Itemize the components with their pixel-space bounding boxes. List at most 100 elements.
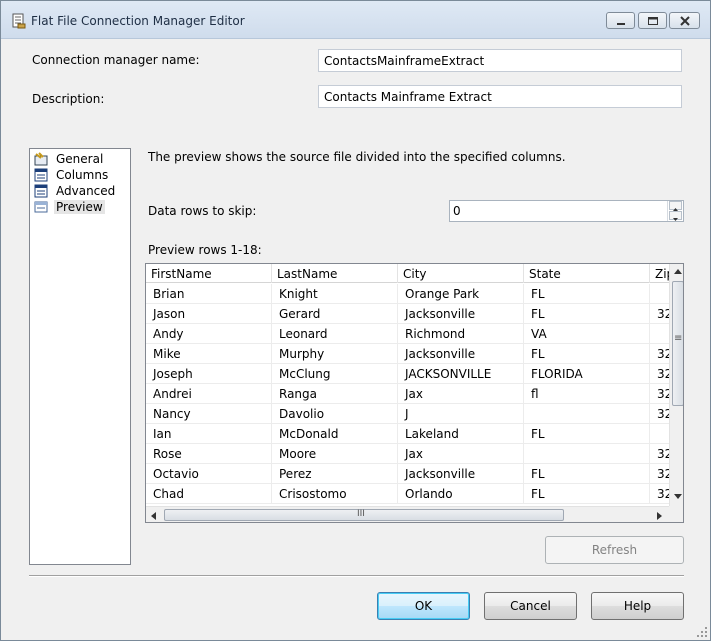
preview-rows-label: Preview rows 1-18: [148,243,262,257]
table-cell: Richmond [398,324,524,344]
window-title: Flat File Connection Manager Editor [31,14,245,28]
table-cell: Andrei [146,384,272,404]
arrow-down-icon [673,218,678,221]
connection-name-input[interactable]: ContactsMainframeExtract [318,49,682,72]
table-cell: VA [524,324,650,344]
nav-item-preview[interactable]: Preview [34,199,105,215]
table-cell: McClung [272,364,398,384]
vertical-scroll-thumb[interactable]: ≡ [672,281,683,406]
nav-item-label: Columns [56,168,109,182]
table-cell: Octavio [146,464,272,484]
table-row[interactable]: RoseMooreJax 32 [146,444,669,464]
table-cell: FL [524,484,650,504]
table-cell: 32 [650,344,669,364]
table-cell [524,404,650,424]
nav-item-label: Preview [54,200,105,214]
minimize-button[interactable] [606,12,635,29]
scroll-left-icon[interactable] [150,511,158,521]
table-row[interactable]: Brian Knight Orange Park FL [146,284,669,304]
column-header[interactable]: City [398,264,524,283]
table-cell: Jax [398,444,524,464]
table-row[interactable]: Ian McDonald Lakeland FL [146,424,669,444]
table-cell: 32 [650,404,669,424]
skip-rows-value: 0 [453,204,461,218]
table-cell: J [398,404,524,424]
help-button[interactable]: Help [591,592,684,620]
table-cell: Gerard [272,304,398,324]
description-label: Description: [32,92,105,106]
dialog-window: Flat File Connection Manager Editor Conn… [0,0,711,641]
nav-item-columns[interactable]: Columns [34,167,110,183]
table-cell: 32 [650,364,669,384]
table-row[interactable]: NancyDavolioJ 32 [146,404,669,424]
table-row[interactable]: AndreiRangaJaxfl32 [146,384,669,404]
table-row[interactable]: Andy Leonard Richmond VA [146,324,669,344]
vertical-scrollbar[interactable]: ≡ [669,264,683,506]
nav-item-advanced[interactable]: Advanced [34,183,117,199]
close-icon [680,16,690,26]
table-cell: JACKSONVILLE [398,364,524,384]
description-input[interactable]: Contacts Mainframe Extract [318,85,682,108]
table-cell: Jacksonville [398,304,524,324]
footer-separator [29,575,684,577]
table-cell: Moore [272,444,398,464]
scroll-down-icon[interactable] [673,492,683,500]
table-cell: Jacksonville [398,464,524,484]
table-cell: Jax [398,384,524,404]
table-row[interactable]: OctavioPerezJacksonvilleFL32 [146,464,669,484]
table-cell [650,324,669,344]
minimize-icon [617,23,625,25]
scroll-right-icon[interactable] [655,511,663,521]
spinner-arrows [667,201,683,221]
thumb-grip: III [357,509,365,519]
skip-rows-spinner[interactable]: 0 [449,200,684,222]
resize-grip-icon[interactable] [697,627,707,637]
table-cell: Joseph [146,364,272,384]
title-bar[interactable]: Flat File Connection Manager Editor [1,1,710,39]
scroll-up-icon[interactable] [673,268,683,276]
column-header[interactable]: Zip [650,264,669,283]
connection-name-label: Connection manager name: [32,53,200,67]
preview-grid[interactable]: FirstName LastName City State Zip BrianK… [145,263,684,523]
maximize-button[interactable] [638,12,667,29]
document-icon [12,13,26,29]
close-button[interactable] [669,12,700,29]
table-cell: FL [524,304,650,324]
ok-button[interactable]: OK [377,592,470,620]
table-cell: Nancy [146,404,272,424]
table-cell: 32 [650,304,669,324]
table-cell: Lakeland [398,424,524,444]
column-header[interactable]: State [524,264,650,283]
table-row[interactable]: JasonGerardJacksonvilleFL32 [146,304,669,324]
horizontal-scroll-thumb[interactable]: III [164,509,564,521]
table-cell: Ian [146,424,272,444]
grid-header: FirstName LastName City State Zip [146,264,669,283]
nav-item-general[interactable]: General [34,151,105,167]
table-cell: fl [524,384,650,404]
spinner-up-button[interactable] [669,201,682,211]
table-cell: Knight [272,284,398,304]
table-row[interactable]: JosephMcClungJACKSONVILLEFLORIDA32 [146,364,669,384]
table-cell: FL [524,344,650,364]
table-cell: Crisostomo [272,484,398,504]
table-cell: Ranga [272,384,398,404]
table-cell: FL [524,464,650,484]
column-header[interactable]: LastName [272,264,398,283]
cancel-button[interactable]: Cancel [484,592,577,620]
table-cell: Brian [146,284,272,304]
table-cell: Jacksonville [398,344,524,364]
table-row[interactable]: ChadCrisostomoOrlandoFL32 [146,484,669,504]
maximize-icon [648,17,658,25]
skip-rows-label: Data rows to skip: [148,204,257,218]
table-cell: McDonald [272,424,398,444]
column-header[interactable]: FirstName [146,264,272,283]
horizontal-scrollbar[interactable]: III [146,506,669,522]
advanced-icon [34,184,48,198]
table-cell [524,444,650,464]
preview-icon [34,201,48,213]
table-cell: Leonard [272,324,398,344]
spinner-down-button[interactable] [669,211,682,221]
refresh-button[interactable]: Refresh [545,536,684,564]
table-row[interactable]: MikeMurphyJacksonvilleFL32 [146,344,669,364]
table-cell: Chad [146,484,272,504]
